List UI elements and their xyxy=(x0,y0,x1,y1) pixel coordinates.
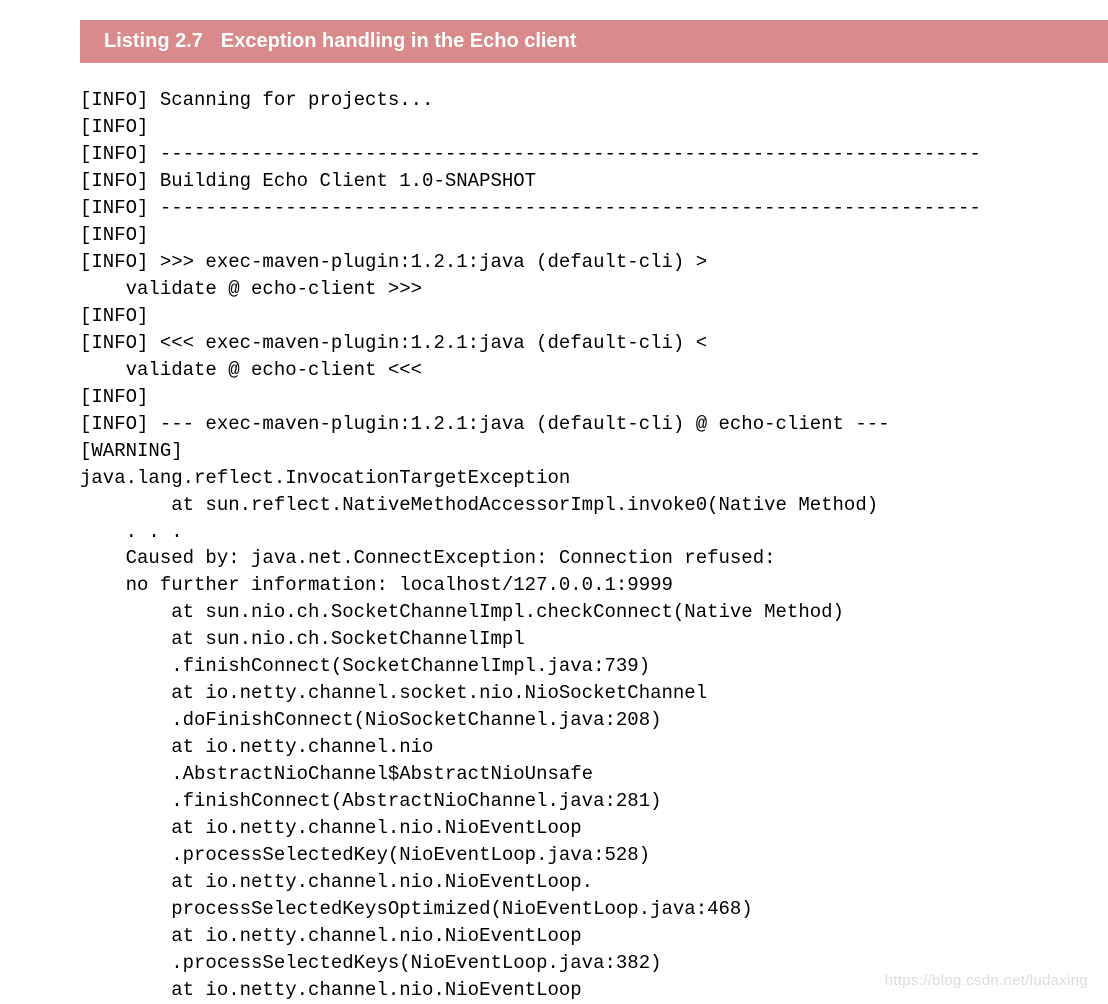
listing-label: Listing 2.7 xyxy=(104,30,203,52)
listing-header: Listing 2.7 Exception handling in the Ech… xyxy=(80,20,1108,63)
code-block: [INFO] Scanning for projects... [INFO] [… xyxy=(0,87,1108,1004)
watermark: https://blog.csdn.net/ludaxing xyxy=(885,972,1088,989)
listing-title: Exception handling in the Echo client xyxy=(221,30,577,52)
